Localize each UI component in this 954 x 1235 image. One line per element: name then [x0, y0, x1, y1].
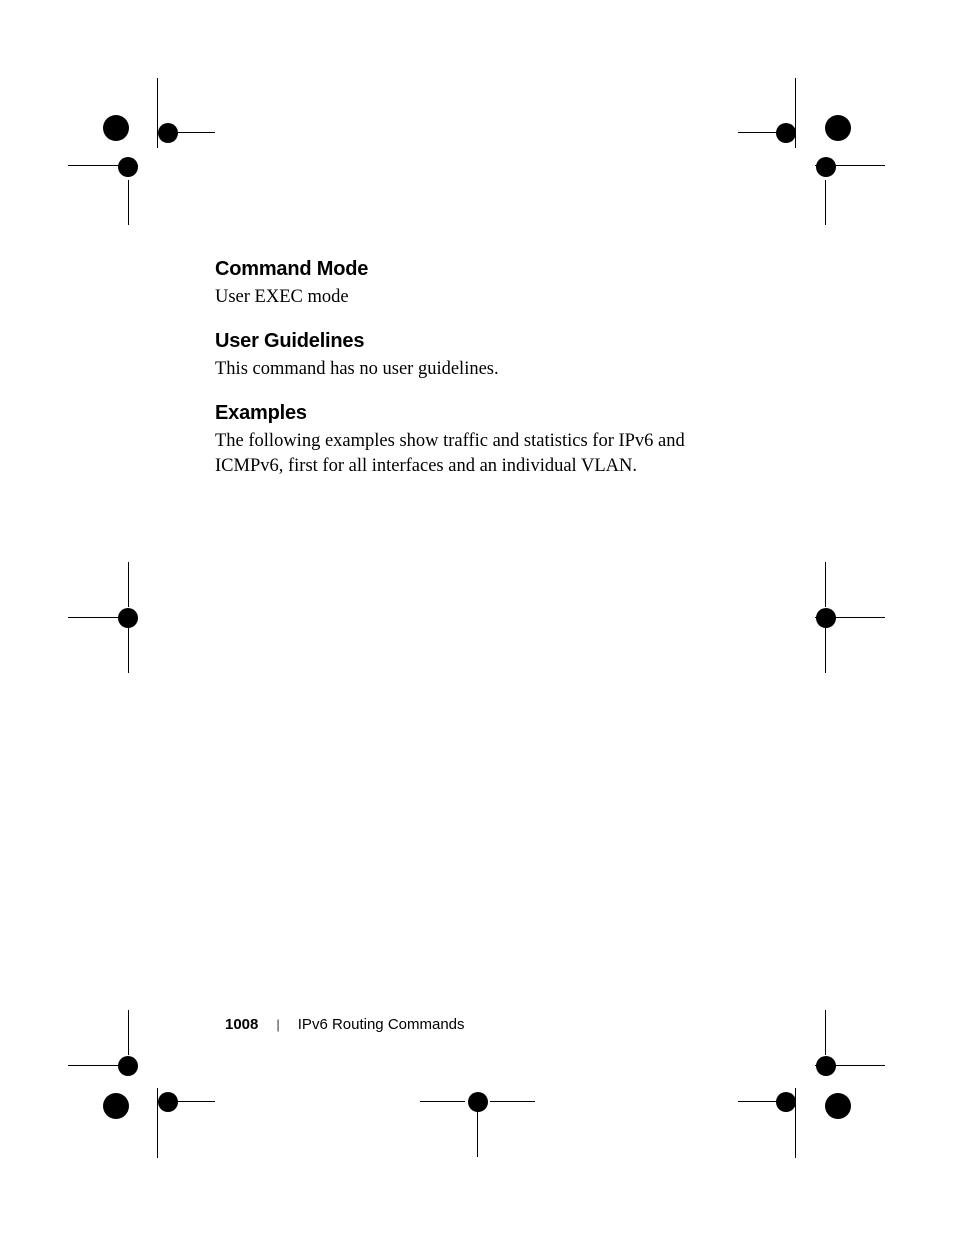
crop-line	[795, 78, 796, 148]
crop-line	[815, 617, 885, 618]
crop-line	[128, 628, 129, 673]
crop-line	[170, 1101, 215, 1102]
crop-line	[825, 1010, 826, 1055]
heading-command-mode: Command Mode	[215, 258, 755, 281]
crop-line	[490, 1101, 535, 1102]
registration-target-icon	[818, 108, 858, 148]
body-examples: The following examples show traffic and …	[215, 429, 755, 479]
page-footer: 1008 | IPv6 Routing Commands	[225, 1016, 465, 1033]
body-command-mode: User EXEC mode	[215, 285, 755, 310]
body-user-guidelines: This command has no user guidelines.	[215, 357, 755, 382]
crop-line	[825, 180, 826, 225]
crop-line	[157, 1088, 158, 1158]
crop-line	[477, 1112, 478, 1157]
crop-line	[170, 132, 215, 133]
crop-line	[68, 1065, 138, 1066]
footer-section-title: IPv6 Routing Commands	[298, 1016, 465, 1033]
heading-user-guidelines: User Guidelines	[215, 330, 755, 353]
registration-target-icon	[96, 108, 136, 148]
crop-line	[157, 78, 158, 148]
crop-line	[738, 1101, 783, 1102]
footer-separator: |	[276, 1017, 279, 1032]
crop-line	[738, 132, 783, 133]
crop-line	[128, 562, 129, 607]
crop-line	[128, 1010, 129, 1055]
crop-line	[825, 628, 826, 673]
registration-target-icon	[96, 1086, 136, 1126]
page-content: Command Mode User EXEC mode User Guideli…	[215, 258, 755, 499]
crop-line	[815, 165, 885, 166]
crop-line	[128, 180, 129, 225]
heading-examples: Examples	[215, 402, 755, 425]
crop-line	[68, 165, 138, 166]
crop-line	[795, 1088, 796, 1158]
crop-line	[815, 1065, 885, 1066]
page-number: 1008	[225, 1016, 258, 1033]
crop-line	[420, 1101, 465, 1102]
crop-line	[825, 562, 826, 607]
registration-target-icon	[818, 1086, 858, 1126]
crop-line	[68, 617, 138, 618]
